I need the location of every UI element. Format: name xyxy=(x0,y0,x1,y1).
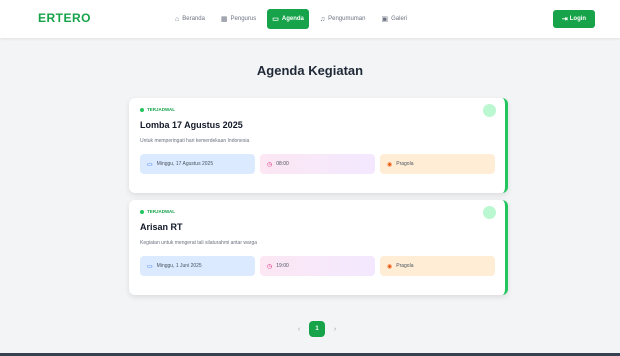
nav-item-agenda[interactable]: ▭ Agenda xyxy=(267,9,309,29)
event-description: Kegiatan untuk mengerat tali silaturahmi… xyxy=(140,240,258,246)
clock-icon: ◷ xyxy=(267,263,273,270)
event-card[interactable]: TERJADWAL Lomba 17 Agustus 2025 Untuk me… xyxy=(129,98,508,193)
event-place: ◉ Pragola xyxy=(380,256,495,276)
event-date: ▭ Minggu, 1 Juni 2025 xyxy=(140,256,255,276)
calendar-icon: ▭ xyxy=(147,161,153,168)
page-title: Agenda Kegiatan xyxy=(256,63,364,78)
nav-label: Pengurus xyxy=(230,16,257,22)
nav-label: Pengumuman xyxy=(328,16,366,22)
location-pin-icon: ◉ xyxy=(387,263,393,270)
nav-item-beranda[interactable]: ⌂ Beranda xyxy=(170,9,210,29)
page-1-button[interactable]: 1 xyxy=(309,321,325,337)
event-date: ▭ Minggu, 17 Agustus 2025 xyxy=(140,154,255,174)
calendar-icon: ▭ xyxy=(272,16,279,23)
status-dot-icon xyxy=(140,107,144,112)
event-card[interactable]: TERJADWAL Arisan RT Kegiatan untuk menge… xyxy=(129,200,508,295)
status-label: TERJADWAL xyxy=(147,209,175,214)
status-badge: TERJADWAL xyxy=(140,209,175,214)
calendar-icon: ▭ xyxy=(147,263,153,270)
status-label: TERJADWAL xyxy=(147,107,175,112)
login-label: Login xyxy=(569,16,587,22)
event-time-label: 19:00 xyxy=(276,263,289,269)
event-time-label: 08:00 xyxy=(276,161,289,167)
users-icon: ▦ xyxy=(220,16,228,23)
image-icon: ▣ xyxy=(381,16,389,23)
event-title: Lomba 17 Agustus 2025 xyxy=(140,120,243,130)
event-time: ◷ 08:00 xyxy=(260,154,375,174)
clock-icon: ◷ xyxy=(267,161,273,168)
next-page-button[interactable]: › xyxy=(328,322,342,336)
event-time: ◷ 19:00 xyxy=(260,256,375,276)
event-place-label: Pragola xyxy=(396,161,414,167)
navbar: ERTERO ⌂ Beranda ▦ Pengurus ▭ Agenda ♫ P… xyxy=(0,0,620,38)
event-title: Arisan RT xyxy=(140,222,183,232)
nav-item-pengurus[interactable]: ▦ Pengurus xyxy=(216,9,261,29)
status-dot-icon xyxy=(140,209,144,214)
nav-label: Beranda xyxy=(182,16,205,22)
event-place-label: Pragola xyxy=(396,263,414,269)
event-description: Untuk memperingati hari kemerdekaan Indo… xyxy=(140,138,250,144)
event-date-label: Minggu, 1 Juni 2025 xyxy=(156,263,202,269)
nav-item-pengumuman[interactable]: ♫ Pengumuman xyxy=(315,9,371,29)
nav-label: Galeri xyxy=(391,16,408,22)
pagination: ‹ 1 › xyxy=(292,321,342,337)
main-nav: ⌂ Beranda ▦ Pengurus ▭ Agenda ♫ Pengumum… xyxy=(170,9,418,29)
home-icon: ⌂ xyxy=(175,15,180,23)
event-date-label: Minggu, 17 Agustus 2025 xyxy=(156,161,214,167)
location-pin-icon: ◉ xyxy=(387,161,393,168)
bell-icon: ♫ xyxy=(319,15,326,23)
nav-label: Agenda xyxy=(281,16,304,22)
brand-logo[interactable]: ERTERO xyxy=(38,11,91,25)
event-place: ◉ Pragola xyxy=(380,154,495,174)
login-icon: ⇥ xyxy=(561,16,568,23)
status-badge: TERJADWAL xyxy=(140,107,175,112)
nav-item-galeri[interactable]: ▣ Galeri xyxy=(376,9,412,29)
decorative-circle-icon xyxy=(483,104,496,117)
prev-page-button[interactable]: ‹ xyxy=(292,322,306,336)
login-button[interactable]: ⇥ Login xyxy=(553,10,595,28)
decorative-circle-icon xyxy=(483,206,496,219)
